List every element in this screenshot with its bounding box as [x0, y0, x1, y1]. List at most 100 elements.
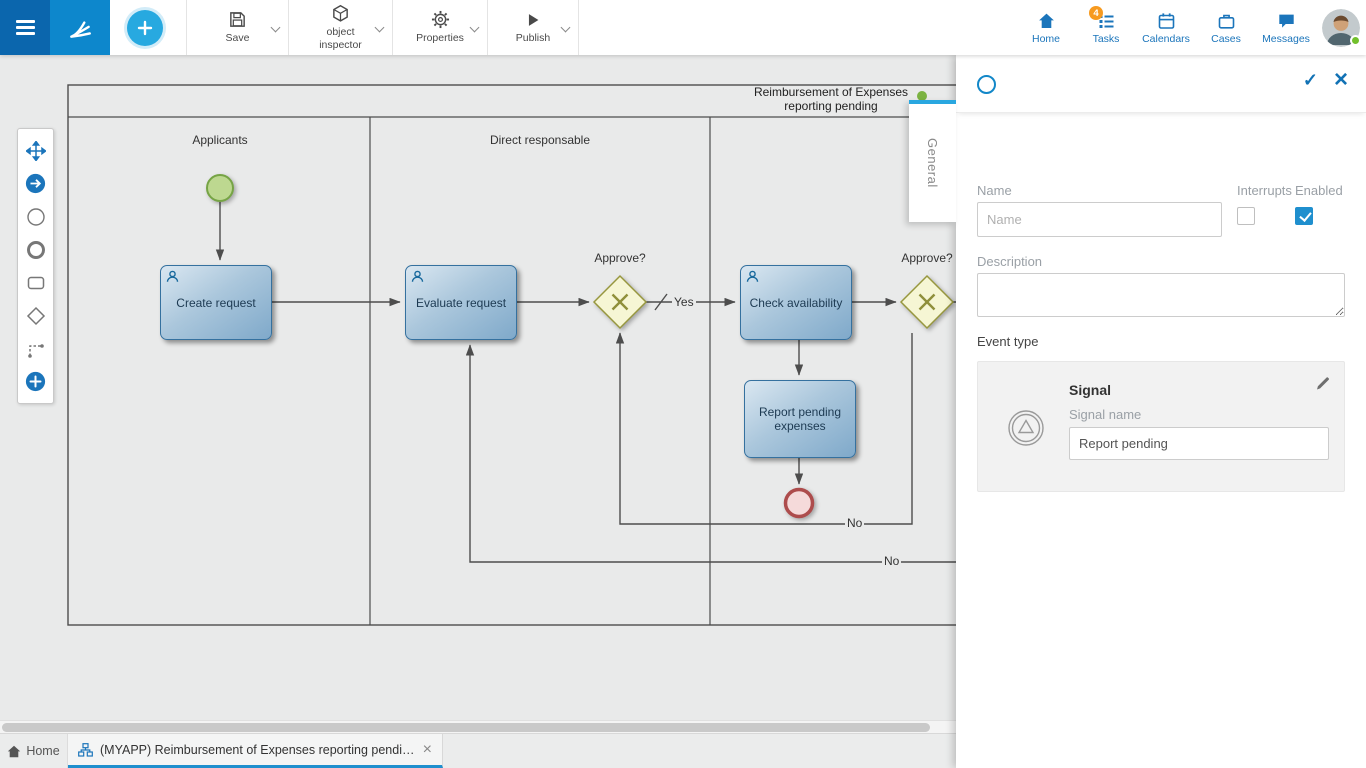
- chevron-down-icon[interactable]: [271, 23, 281, 33]
- task-report-pending-expenses[interactable]: Report pending expenses: [744, 380, 856, 458]
- bottom-tab-home[interactable]: Home: [0, 734, 68, 768]
- horizontal-scrollbar[interactable]: [0, 720, 956, 733]
- end-event-tool[interactable]: [19, 233, 53, 266]
- description-label: Description: [977, 254, 1042, 269]
- task-create-request[interactable]: Create request: [160, 265, 272, 340]
- tab-general[interactable]: General: [909, 100, 956, 222]
- plus-icon: [137, 20, 153, 36]
- gateway-label-approve-2: Approve?: [891, 251, 956, 265]
- move-arrows-icon: [26, 141, 46, 161]
- tasks-badge: 4: [1089, 6, 1103, 20]
- publish-button[interactable]: Publish: [488, 0, 579, 55]
- sequence-flow-no-2[interactable]: [470, 345, 956, 562]
- chat-bubble-icon: [1276, 11, 1297, 31]
- user-avatar[interactable]: [1322, 9, 1360, 47]
- chevron-down-icon[interactable]: [561, 23, 571, 33]
- chevron-down-icon[interactable]: [470, 23, 480, 33]
- object-inspector-label: object inspector: [310, 26, 372, 50]
- nav-cases-label: Cases: [1211, 33, 1241, 45]
- pool-title[interactable]: Reimbursement of Expenses reporting pend…: [748, 86, 914, 113]
- properties-button[interactable]: Properties: [393, 0, 488, 55]
- confirm-button[interactable]: ✓: [1303, 70, 1318, 91]
- calendar-icon: [1156, 11, 1177, 31]
- signal-event-icon: [1006, 408, 1046, 448]
- hamburger-menu-button[interactable]: [0, 0, 50, 55]
- interrupts-checkbox[interactable]: [1237, 207, 1255, 225]
- top-navigation: Home 4 Tasks Calendars Cases: [1016, 0, 1360, 55]
- flow-label-yes: Yes: [672, 295, 696, 309]
- nav-cases[interactable]: Cases: [1196, 0, 1256, 55]
- connector-line-icon: [26, 339, 46, 359]
- arrow-circle-icon: [25, 173, 46, 194]
- save-button[interactable]: Save: [187, 0, 289, 55]
- publish-label: Publish: [516, 32, 550, 44]
- diamond-icon: [26, 306, 46, 326]
- gateway-label-approve-1: Approve?: [584, 251, 656, 265]
- task-evaluate-request[interactable]: Evaluate request: [405, 265, 517, 340]
- scrollbar-thumb[interactable]: [2, 723, 930, 732]
- panel-header: ✓ ×: [956, 55, 1366, 113]
- nav-calendars[interactable]: Calendars: [1136, 0, 1196, 55]
- nav-tasks[interactable]: 4 Tasks: [1076, 0, 1136, 55]
- bottom-tab-home-label: Home: [26, 744, 59, 758]
- thick-circle-icon: [26, 240, 46, 260]
- toolbar-button-group: Save object inspector Proper: [186, 0, 579, 55]
- user-icon: [411, 270, 424, 283]
- lane-label-direct-responsable: Direct responsable: [465, 133, 615, 147]
- user-icon: [166, 270, 179, 283]
- nav-messages[interactable]: Messages: [1256, 0, 1316, 55]
- nav-home[interactable]: Home: [1016, 0, 1076, 55]
- flow-label-no: No: [845, 516, 864, 530]
- connector-tool[interactable]: [19, 332, 53, 365]
- end-event[interactable]: [786, 490, 813, 517]
- logo-branch-icon: [67, 15, 93, 41]
- process-diagram-icon: [78, 743, 93, 757]
- pan-tool[interactable]: [19, 134, 53, 167]
- nav-messages-label: Messages: [1262, 33, 1310, 45]
- bpmn-canvas[interactable]: Reimbursement of Expenses reporting pend…: [0, 55, 956, 733]
- close-tab-button[interactable]: ×: [423, 742, 432, 758]
- close-panel-button[interactable]: ×: [1334, 66, 1348, 94]
- bottom-tab-bar: Home (MYAPP) Reimbursement of Expenses r…: [0, 733, 956, 768]
- start-event[interactable]: [207, 175, 233, 201]
- cube-icon: [331, 4, 350, 23]
- add-shape-tool[interactable]: [19, 365, 53, 398]
- pool-boundary[interactable]: [68, 85, 956, 625]
- task-check-availability[interactable]: Check availability: [740, 265, 852, 340]
- briefcase-icon: [1216, 11, 1237, 31]
- flow-label-no: No: [882, 554, 901, 568]
- enabled-checkbox[interactable]: [1295, 207, 1313, 225]
- bottom-tab-process[interactable]: (MYAPP) Reimbursement of Expenses report…: [68, 734, 443, 768]
- app-logo[interactable]: [50, 0, 110, 55]
- user-icon: [746, 270, 759, 283]
- name-input[interactable]: [977, 202, 1222, 237]
- plus-circle-icon: [25, 371, 46, 392]
- save-label: Save: [226, 32, 250, 44]
- play-icon: [524, 11, 542, 29]
- rounded-rect-icon: [26, 273, 46, 293]
- save-floppy-icon: [228, 10, 247, 29]
- hamburger-icon: [16, 17, 35, 39]
- thin-circle-icon: [26, 207, 46, 227]
- add-new-button[interactable]: [127, 10, 163, 46]
- task-label: Evaluate request: [416, 296, 506, 310]
- pencil-icon: [1315, 375, 1331, 391]
- tab-general-label: General: [925, 138, 940, 188]
- task-tool[interactable]: [19, 266, 53, 299]
- bottom-tab-process-label: (MYAPP) Reimbursement of Expenses report…: [100, 743, 416, 757]
- properties-label: Properties: [416, 32, 464, 44]
- signal-name-input[interactable]: [1069, 427, 1329, 460]
- gear-icon: [431, 10, 450, 29]
- gateway-tool[interactable]: [19, 299, 53, 332]
- select-arrow-tool[interactable]: [19, 167, 53, 200]
- description-textarea[interactable]: [977, 273, 1345, 317]
- chevron-down-icon[interactable]: [375, 23, 385, 33]
- task-label: Create request: [176, 296, 255, 310]
- event-type-label: Event type: [977, 334, 1038, 349]
- interrupts-label: Interrupts: [1237, 183, 1292, 198]
- task-label: Check availability: [750, 296, 843, 310]
- object-inspector-button[interactable]: object inspector: [289, 0, 393, 55]
- shape-palette: [17, 128, 54, 404]
- start-event-tool[interactable]: [19, 200, 53, 233]
- edit-event-type-button[interactable]: [1315, 375, 1331, 394]
